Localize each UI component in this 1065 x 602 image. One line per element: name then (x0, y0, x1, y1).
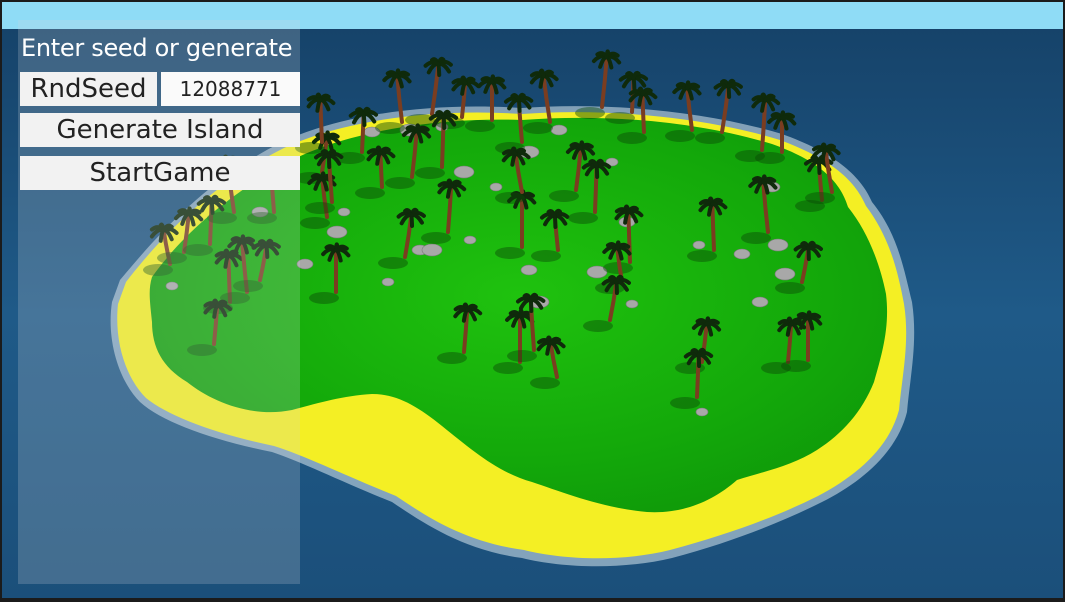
start-game-button[interactable]: StartGame (20, 156, 300, 190)
rock (326, 225, 348, 239)
rock (695, 407, 709, 417)
rock (767, 238, 789, 252)
rock (733, 248, 751, 260)
rock (421, 243, 443, 257)
game-viewport[interactable]: Enter seed or generate RndSeed 12088771 … (2, 2, 1063, 598)
rock (550, 124, 568, 136)
generate-island-button[interactable]: Generate Island (20, 113, 300, 147)
rock (774, 267, 796, 281)
rock (381, 277, 395, 287)
seed-input[interactable]: 12088771 (161, 72, 300, 106)
rock (625, 299, 639, 309)
rock (520, 264, 538, 276)
rnd-seed-button[interactable]: RndSeed (20, 72, 157, 106)
rock (463, 235, 477, 245)
panel-title: Enter seed or generate (21, 34, 293, 62)
rock (692, 240, 706, 250)
rock (751, 296, 769, 308)
rock (489, 182, 503, 192)
seed-panel: Enter seed or generate RndSeed 12088771 … (18, 20, 300, 584)
rock (453, 165, 475, 179)
rock (337, 207, 351, 217)
